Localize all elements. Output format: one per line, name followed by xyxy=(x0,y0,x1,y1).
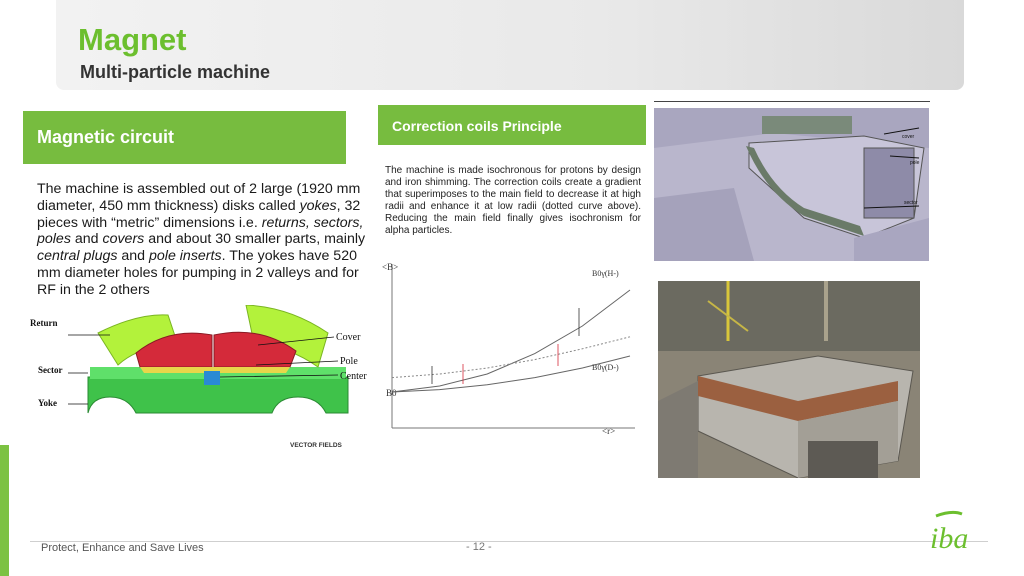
correction-coils-text: The machine is made isochronous for prot… xyxy=(385,165,641,236)
page-title: Magnet xyxy=(78,22,187,57)
magnetic-circuit-text: The machine is assembled out of 2 large … xyxy=(37,181,366,298)
photo-label-cover: cover xyxy=(902,134,915,140)
graph-xlabel: <r> xyxy=(602,426,615,436)
correction-coils-heading: Correction coils Principle xyxy=(378,105,646,145)
iba-logo: iba xyxy=(930,510,968,554)
left-accent-bar xyxy=(0,445,9,576)
label-sector: Sector xyxy=(38,365,63,375)
series-label-0: B0γ(H-) xyxy=(592,269,619,278)
magnet-photo xyxy=(658,281,920,478)
logo-text: iba xyxy=(930,522,968,554)
series-line-1 xyxy=(391,355,631,393)
label-center: Center xyxy=(340,371,367,382)
magnetic-circuit-heading: Magnetic circuit xyxy=(23,111,346,164)
magnet-3d-render: cover pole sector xyxy=(654,108,929,261)
page-number: - 12 - xyxy=(466,541,492,553)
field-graph: <B> <r> B0 B0γ(H-) B0γ(D-) xyxy=(382,262,635,436)
series-line-0 xyxy=(391,289,631,393)
graph-origin-label: B0 xyxy=(386,388,397,398)
graph-ylabel: <B> xyxy=(382,262,398,272)
magnet-diagram: Return Sector Yoke Cover Pole Center VEC… xyxy=(30,305,367,449)
series-label-1: B0γ(D-) xyxy=(592,363,619,372)
photo-label-sector: sector xyxy=(904,200,918,206)
page-subtitle: Multi-particle machine xyxy=(80,62,271,82)
label-yoke: Yoke xyxy=(38,398,57,408)
footer-tagline: Protect, Enhance and Save Lives xyxy=(41,542,204,554)
top-rule xyxy=(654,101,930,102)
label-pole: Pole xyxy=(340,356,358,367)
label-return: Return xyxy=(30,318,58,328)
label-cover: Cover xyxy=(336,332,361,343)
photo-label-pole: pole xyxy=(910,160,920,166)
vector-fields-credit: VECTOR FIELDS xyxy=(290,442,343,449)
